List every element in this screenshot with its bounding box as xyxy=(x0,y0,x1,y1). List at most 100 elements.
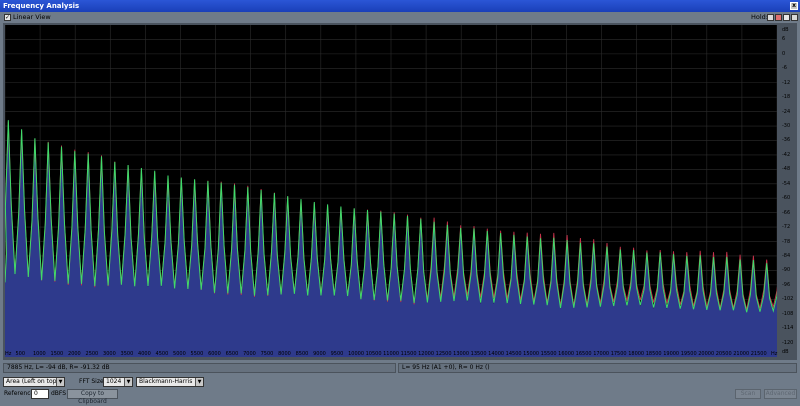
hz-tick-label: 11000 xyxy=(383,351,400,357)
reference-unit: dBFS xyxy=(51,390,67,397)
hz-tick-label: 13000 xyxy=(453,351,470,357)
db-tick-label: -102 xyxy=(782,296,794,303)
hold-button-3[interactable] xyxy=(783,14,790,21)
db-tick-label: -84 xyxy=(782,252,791,259)
reference-input[interactable]: 0 xyxy=(31,389,49,399)
hz-tick-label: Hz xyxy=(771,351,778,357)
window-type-value: Blackmann-Harris xyxy=(139,378,193,385)
frequency-axis: Hz 500 1000 1500 2000 2500 3000 3500 4000 4500 500… xyxy=(3,351,777,360)
hz-tick-label: 5500 xyxy=(190,351,204,357)
db-tick-label: -90 xyxy=(782,267,791,274)
spectrum-plot[interactable] xyxy=(5,25,777,357)
db-tick-label: dB xyxy=(782,27,789,33)
peak-readout: L= 95 Hz (A1 +0), R= 0 Hz () xyxy=(398,363,797,373)
hz-tick-label: 17000 xyxy=(593,351,610,357)
hz-tick-label: 19500 xyxy=(680,351,697,357)
db-tick-label: -72 xyxy=(782,224,791,231)
db-tick-label: -108 xyxy=(782,310,794,317)
hz-tick-label: 19000 xyxy=(663,351,680,357)
db-tick-label: dB xyxy=(782,349,789,355)
hz-tick-label: 9000 xyxy=(313,351,326,357)
hz-tick-label: 20500 xyxy=(715,351,732,357)
hz-tick-label: 1500 xyxy=(50,351,64,357)
cursor-readout: 7885 Hz, L= -94 dB, R= -91.32 dB xyxy=(3,363,396,373)
fft-size-select[interactable]: 1024 ▼ xyxy=(103,377,133,387)
hz-tick-label: 12500 xyxy=(435,351,452,357)
db-tick-label: -36 xyxy=(782,137,791,144)
copy-to-clipboard-button[interactable]: Copy to Clipboard xyxy=(67,389,118,405)
hz-tick-label: 14500 xyxy=(505,351,522,357)
hz-tick-label: 18500 xyxy=(645,351,662,357)
hz-tick-label: 7500 xyxy=(260,351,274,357)
hz-tick-label: 4500 xyxy=(155,351,169,357)
db-tick-label: -48 xyxy=(782,166,791,173)
db-tick-label: -12 xyxy=(782,79,791,86)
db-tick-label: -66 xyxy=(782,209,791,216)
chevron-down-icon: ▼ xyxy=(195,378,203,386)
hz-tick-label: 11500 xyxy=(400,351,417,357)
scan-button[interactable]: Scan xyxy=(735,389,761,399)
hz-tick-label: 9500 xyxy=(330,351,344,357)
hold-button-4[interactable] xyxy=(791,14,798,21)
hz-tick-label: 10000 xyxy=(348,351,365,357)
hold-label: Hold: xyxy=(751,13,768,21)
hz-tick-label: 5000 xyxy=(173,351,186,357)
toolbar: ✓ Linear View Hold: xyxy=(0,12,800,23)
status-bar: 7885 Hz, L= -94 dB, R= -91.32 dB L= 95 H… xyxy=(0,362,800,374)
hz-tick-label: 3500 xyxy=(120,351,134,357)
hz-tick-label: 21000 xyxy=(733,351,750,357)
hz-tick-label: 4000 xyxy=(138,351,151,357)
db-tick-label: -96 xyxy=(782,281,791,288)
hz-tick-label: 10500 xyxy=(365,351,382,357)
db-tick-label: -30 xyxy=(782,123,791,130)
window-titlebar: Frequency Analysis x xyxy=(0,0,800,12)
spectrum-chart[interactable] xyxy=(5,25,777,357)
db-tick-label: -54 xyxy=(782,180,791,187)
fft-size-label: FFT Size xyxy=(79,378,104,385)
hz-tick-label: 18000 xyxy=(628,351,645,357)
hz-tick-label: 21500 xyxy=(750,351,767,357)
db-tick-label: -18 xyxy=(782,94,791,101)
controls-panel: Area (Left on top) ▼ FFT Size 1024 ▼ Bla… xyxy=(0,375,800,405)
hz-tick-label: 13500 xyxy=(470,351,487,357)
hz-tick-label: Hz xyxy=(5,351,12,357)
hz-tick-label: 15500 xyxy=(540,351,557,357)
chevron-down-icon: ▼ xyxy=(56,378,64,386)
db-tick-label: -78 xyxy=(782,238,791,245)
db-tick-label: -114 xyxy=(782,325,794,332)
view-mode-select[interactable]: Area (Left on top) ▼ xyxy=(3,377,65,387)
hz-tick-label: 14000 xyxy=(488,351,505,357)
hz-tick-label: 8000 xyxy=(278,351,291,357)
reference-label: Reference xyxy=(4,390,35,397)
hz-tick-label: 2500 xyxy=(85,351,99,357)
view-mode-value: Area (Left on top) xyxy=(6,378,59,385)
db-tick-label: 0 xyxy=(782,50,786,57)
hz-tick-label: 3000 xyxy=(103,351,116,357)
advanced-button[interactable]: Advanced xyxy=(764,389,797,399)
hz-tick-label: 17500 xyxy=(610,351,627,357)
close-icon[interactable]: x xyxy=(790,2,798,10)
hz-tick-label: 8500 xyxy=(295,351,309,357)
db-tick-label: -24 xyxy=(782,108,791,115)
window-title: Frequency Analysis xyxy=(3,2,80,10)
db-tick-label: -60 xyxy=(782,195,791,202)
db-tick-label: -42 xyxy=(782,151,791,158)
hz-tick-label: 6000 xyxy=(208,351,221,357)
hz-tick-label: 6500 xyxy=(225,351,239,357)
db-tick-label: 6 xyxy=(782,36,786,43)
hold-button-1[interactable] xyxy=(767,14,774,21)
linear-view-label: Linear View xyxy=(13,13,51,21)
linear-view-checkbox[interactable]: ✓ xyxy=(4,14,11,21)
db-tick-label: -120 xyxy=(782,339,794,346)
hz-tick-label: 16500 xyxy=(575,351,592,357)
window-type-select[interactable]: Blackmann-Harris ▼ xyxy=(136,377,204,387)
hz-tick-label: 15000 xyxy=(523,351,540,357)
hz-tick-label: 2000 xyxy=(68,351,81,357)
hz-tick-label: 12000 xyxy=(418,351,435,357)
hz-tick-label: 1000 xyxy=(33,351,46,357)
fft-size-value: 1024 xyxy=(106,378,122,385)
hold-button-2[interactable] xyxy=(775,14,782,21)
hz-tick-label: 7000 xyxy=(243,351,256,357)
spectrum-plot-frame: dB 6 0 -6 -12 -18 -24 -30 -36 -42 -48 -54 -60 -66 -72 -… xyxy=(3,23,797,360)
chevron-down-icon: ▼ xyxy=(124,378,132,386)
